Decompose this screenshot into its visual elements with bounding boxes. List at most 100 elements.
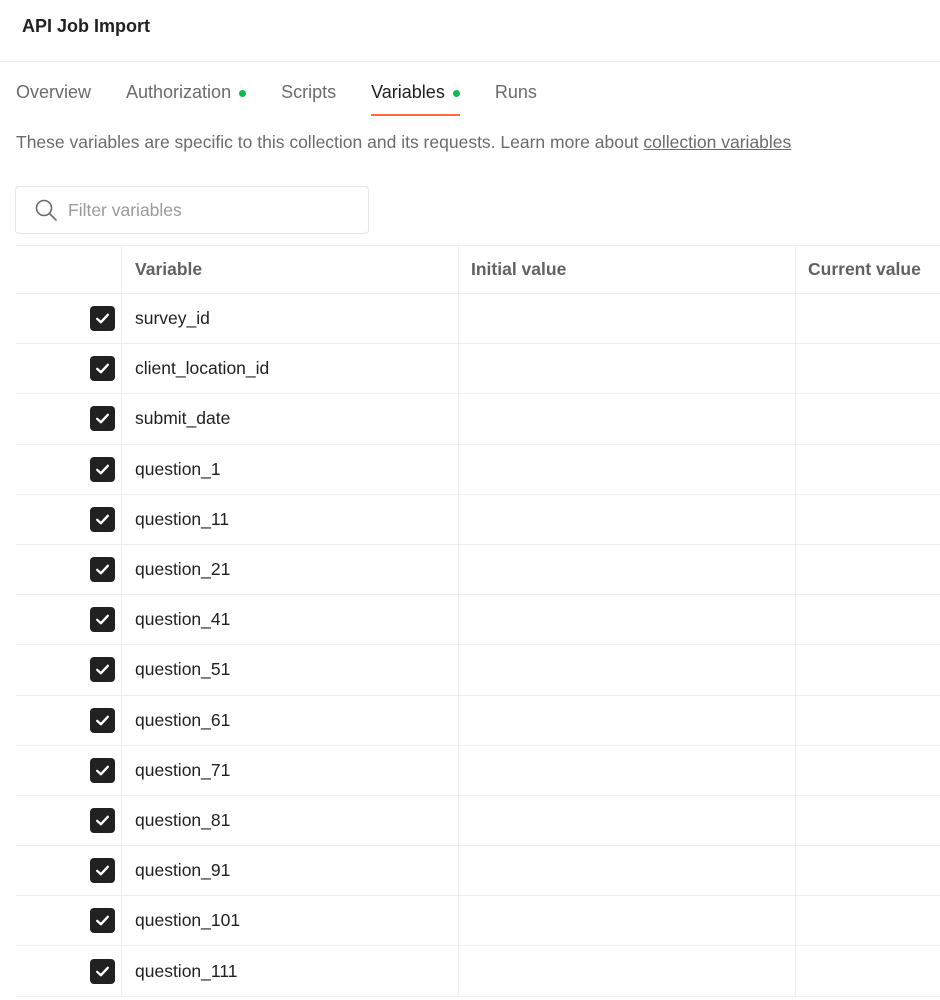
current-value-cell[interactable] [796, 696, 940, 745]
row-checkbox-cell [16, 645, 122, 695]
collection-variables-link[interactable]: collection variables [643, 132, 791, 152]
initial-value-cell[interactable] [459, 896, 796, 946]
table-row: question_111 [16, 946, 940, 997]
initial-value-cell[interactable] [459, 745, 796, 795]
row-enabled-checkbox[interactable] [90, 406, 115, 432]
row-enabled-checkbox[interactable] [90, 958, 115, 984]
initial-value-cell[interactable] [459, 494, 796, 544]
row-checkbox-cell [16, 494, 122, 544]
variable-name-cell[interactable]: question_81 [122, 795, 459, 846]
tab-runs[interactable]: Runs [495, 70, 537, 116]
current-value-cell[interactable] [796, 946, 940, 995]
row-enabled-checkbox[interactable] [90, 456, 115, 482]
check-icon [96, 564, 109, 575]
row-checkbox-cell [16, 344, 122, 394]
status-dot-icon [452, 90, 460, 97]
initial-value-cell[interactable] [459, 846, 796, 896]
table-row: survey_id [16, 294, 940, 345]
initial-value-cell[interactable] [459, 444, 796, 494]
row-checkbox-cell [16, 896, 122, 946]
row-enabled-checkbox[interactable] [90, 356, 115, 382]
tab-overview[interactable]: Overview [16, 70, 91, 116]
initial-value-cell[interactable] [459, 795, 796, 846]
row-enabled-checkbox[interactable] [90, 607, 115, 633]
check-icon [96, 765, 109, 776]
check-icon [96, 966, 109, 976]
variable-name-cell[interactable]: question_101 [122, 896, 459, 946]
variable-name-cell[interactable]: question_1 [122, 444, 459, 494]
check-icon [96, 514, 109, 525]
row-checkbox-cell [16, 745, 122, 795]
initial-value-cell[interactable] [459, 294, 796, 344]
table-row: question_61 [16, 695, 940, 746]
initial-value-cell[interactable] [459, 645, 796, 695]
variables-description: These variables are specific to this col… [16, 132, 791, 153]
current-value-cell[interactable] [796, 394, 940, 443]
tab-label: Scripts [281, 82, 337, 102]
initial-value-cell[interactable] [459, 394, 796, 444]
initial-value-cell[interactable] [459, 544, 796, 595]
row-checkbox-cell [16, 946, 122, 996]
initial-value-cell[interactable] [459, 595, 796, 645]
row-enabled-checkbox[interactable] [90, 557, 115, 583]
variable-name-cell[interactable]: question_11 [122, 494, 459, 544]
row-enabled-checkbox[interactable] [90, 657, 115, 683]
initial-value-cell[interactable] [459, 946, 796, 996]
tab-label: Authorization [126, 82, 232, 102]
current-value-cell[interactable] [796, 445, 940, 494]
tab-variables[interactable]: Variables [371, 70, 460, 116]
header-checkbox-cell [16, 246, 122, 293]
tab-label: Overview [16, 82, 92, 102]
current-value-cell[interactable] [796, 545, 940, 594]
row-enabled-checkbox[interactable] [90, 858, 115, 884]
table-row: question_101 [16, 896, 940, 947]
check-icon [96, 915, 109, 926]
row-checkbox-cell [16, 695, 122, 745]
variable-name-cell[interactable]: question_111 [122, 946, 459, 996]
variable-name-cell[interactable]: question_41 [122, 595, 459, 645]
table-row: question_11 [16, 494, 940, 545]
variable-name-cell[interactable]: question_91 [122, 846, 459, 896]
row-enabled-checkbox[interactable] [90, 807, 115, 833]
variable-name-cell[interactable]: question_61 [122, 695, 459, 745]
check-icon [96, 865, 109, 876]
table-row: client_location_id [16, 344, 940, 395]
table-header-row: Variable Initial value Current value [16, 246, 940, 294]
variable-name-cell[interactable]: survey_id [122, 294, 459, 344]
row-enabled-checkbox[interactable] [90, 506, 115, 532]
current-value-cell[interactable] [796, 645, 940, 694]
filter-variables-box[interactable] [15, 186, 369, 234]
filter-variables-input[interactable] [68, 199, 348, 221]
current-value-cell[interactable] [796, 344, 940, 393]
current-value-cell[interactable] [796, 294, 940, 343]
row-enabled-checkbox[interactable] [90, 908, 115, 934]
check-icon [96, 665, 109, 675]
table-row: question_71 [16, 745, 940, 796]
tab-authorization[interactable]: Authorization [126, 70, 247, 116]
row-enabled-checkbox[interactable] [90, 757, 115, 783]
variable-name-cell[interactable]: question_51 [122, 645, 459, 695]
variable-name-cell[interactable]: submit_date [122, 394, 459, 444]
initial-value-cell[interactable] [459, 344, 796, 394]
check-icon [96, 715, 109, 725]
initial-value-cell[interactable] [459, 695, 796, 745]
tab-bar: Overview Authorization Scripts Variables… [16, 70, 572, 116]
current-value-cell[interactable] [796, 896, 940, 945]
table-body: survey_id client_location_id submit_date qu… [16, 294, 940, 997]
variable-name-cell[interactable]: question_71 [122, 745, 459, 795]
variables-table: Variable Initial value Current value sur… [16, 245, 940, 997]
variable-name-cell[interactable]: client_location_id [122, 344, 459, 394]
check-icon [96, 414, 109, 424]
row-enabled-checkbox[interactable] [90, 707, 115, 733]
row-checkbox-cell [16, 595, 122, 645]
tab-label: Runs [494, 82, 537, 102]
current-value-cell[interactable] [796, 796, 940, 845]
table-row: submit_date [16, 394, 940, 445]
current-value-cell[interactable] [796, 846, 940, 895]
variable-name-cell[interactable]: question_21 [122, 544, 459, 595]
current-value-cell[interactable] [796, 495, 940, 544]
row-enabled-checkbox[interactable] [90, 306, 115, 332]
tab-scripts[interactable]: Scripts [281, 70, 336, 116]
current-value-cell[interactable] [796, 746, 940, 795]
current-value-cell[interactable] [796, 595, 940, 644]
